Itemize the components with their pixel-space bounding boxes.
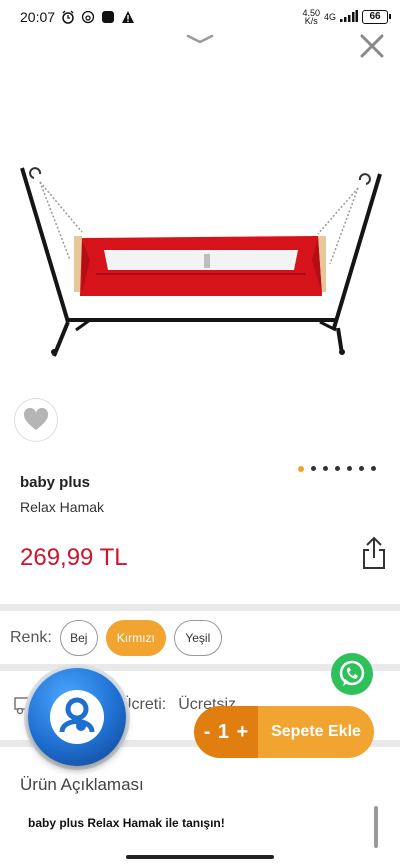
quantity-decrement-button[interactable]: - (204, 721, 211, 744)
carousel-dot[interactable] (298, 466, 304, 472)
color-option-kirmizi[interactable]: Kırmızı (105, 620, 166, 656)
color-option-yesil[interactable]: Yeşil (173, 620, 222, 656)
gesture-nav-bar[interactable] (126, 855, 274, 859)
quantity-value: 1 (217, 720, 230, 743)
whatsapp-icon (339, 660, 365, 686)
close-icon (360, 34, 384, 58)
color-option-bej[interactable]: Bej (59, 620, 98, 656)
product-image[interactable] (0, 60, 400, 390)
heart-icon (23, 408, 49, 430)
quantity-stepper: - 1 + (194, 706, 258, 758)
product-price: 269,99 TL (20, 544, 128, 571)
warning-icon (121, 10, 135, 24)
app-logo-icon (50, 690, 104, 744)
whatsapp-button[interactable] (331, 653, 373, 695)
shipping-label: Ücreti: (120, 696, 167, 713)
carousel-dot[interactable] (359, 466, 364, 471)
status-time: 20:07 (20, 9, 56, 25)
chevron-down-icon[interactable] (186, 32, 214, 44)
description-intro: baby plus Relax Hamak ile tanışın! (28, 816, 225, 830)
alarm-icon (61, 10, 75, 24)
scrollbar[interactable] (374, 806, 378, 848)
color-selector: Renk: Bej Kırmızı Yeşil (10, 620, 222, 656)
carousel-dot[interactable] (311, 466, 316, 471)
product-name: Relax Hamak (20, 499, 105, 515)
battery-indicator: 66 (362, 10, 391, 24)
floating-app-button[interactable] (28, 668, 126, 766)
mobile-data-icon (81, 10, 95, 24)
image-carousel-dots[interactable] (298, 466, 376, 472)
carousel-dot[interactable] (323, 466, 328, 471)
add-to-cart-button[interactable]: Sepete Ekle (258, 706, 374, 758)
carousel-dot[interactable] (335, 466, 340, 471)
add-to-cart-bar: - 1 + Sepete Ekle (194, 706, 374, 758)
signal-icon (340, 10, 358, 24)
app-notification-icon (101, 10, 115, 24)
product-brand: baby plus (20, 474, 91, 491)
signal-label: 4G (323, 12, 336, 22)
description-title: Ürün Açıklaması (20, 775, 144, 794)
carousel-dot[interactable] (371, 466, 376, 471)
quantity-increment-button[interactable]: + (237, 721, 249, 744)
close-button[interactable] (356, 30, 388, 62)
share-icon (363, 536, 385, 569)
section-divider (0, 604, 400, 611)
color-label: Renk: (10, 629, 52, 646)
carousel-dot[interactable] (347, 466, 352, 471)
status-bar: 20:07 4.50 K/s 4G 66 (0, 0, 400, 34)
network-speed: 4.50 K/s (302, 8, 320, 26)
share-button[interactable] (360, 536, 388, 570)
favorite-button[interactable] (14, 398, 58, 442)
